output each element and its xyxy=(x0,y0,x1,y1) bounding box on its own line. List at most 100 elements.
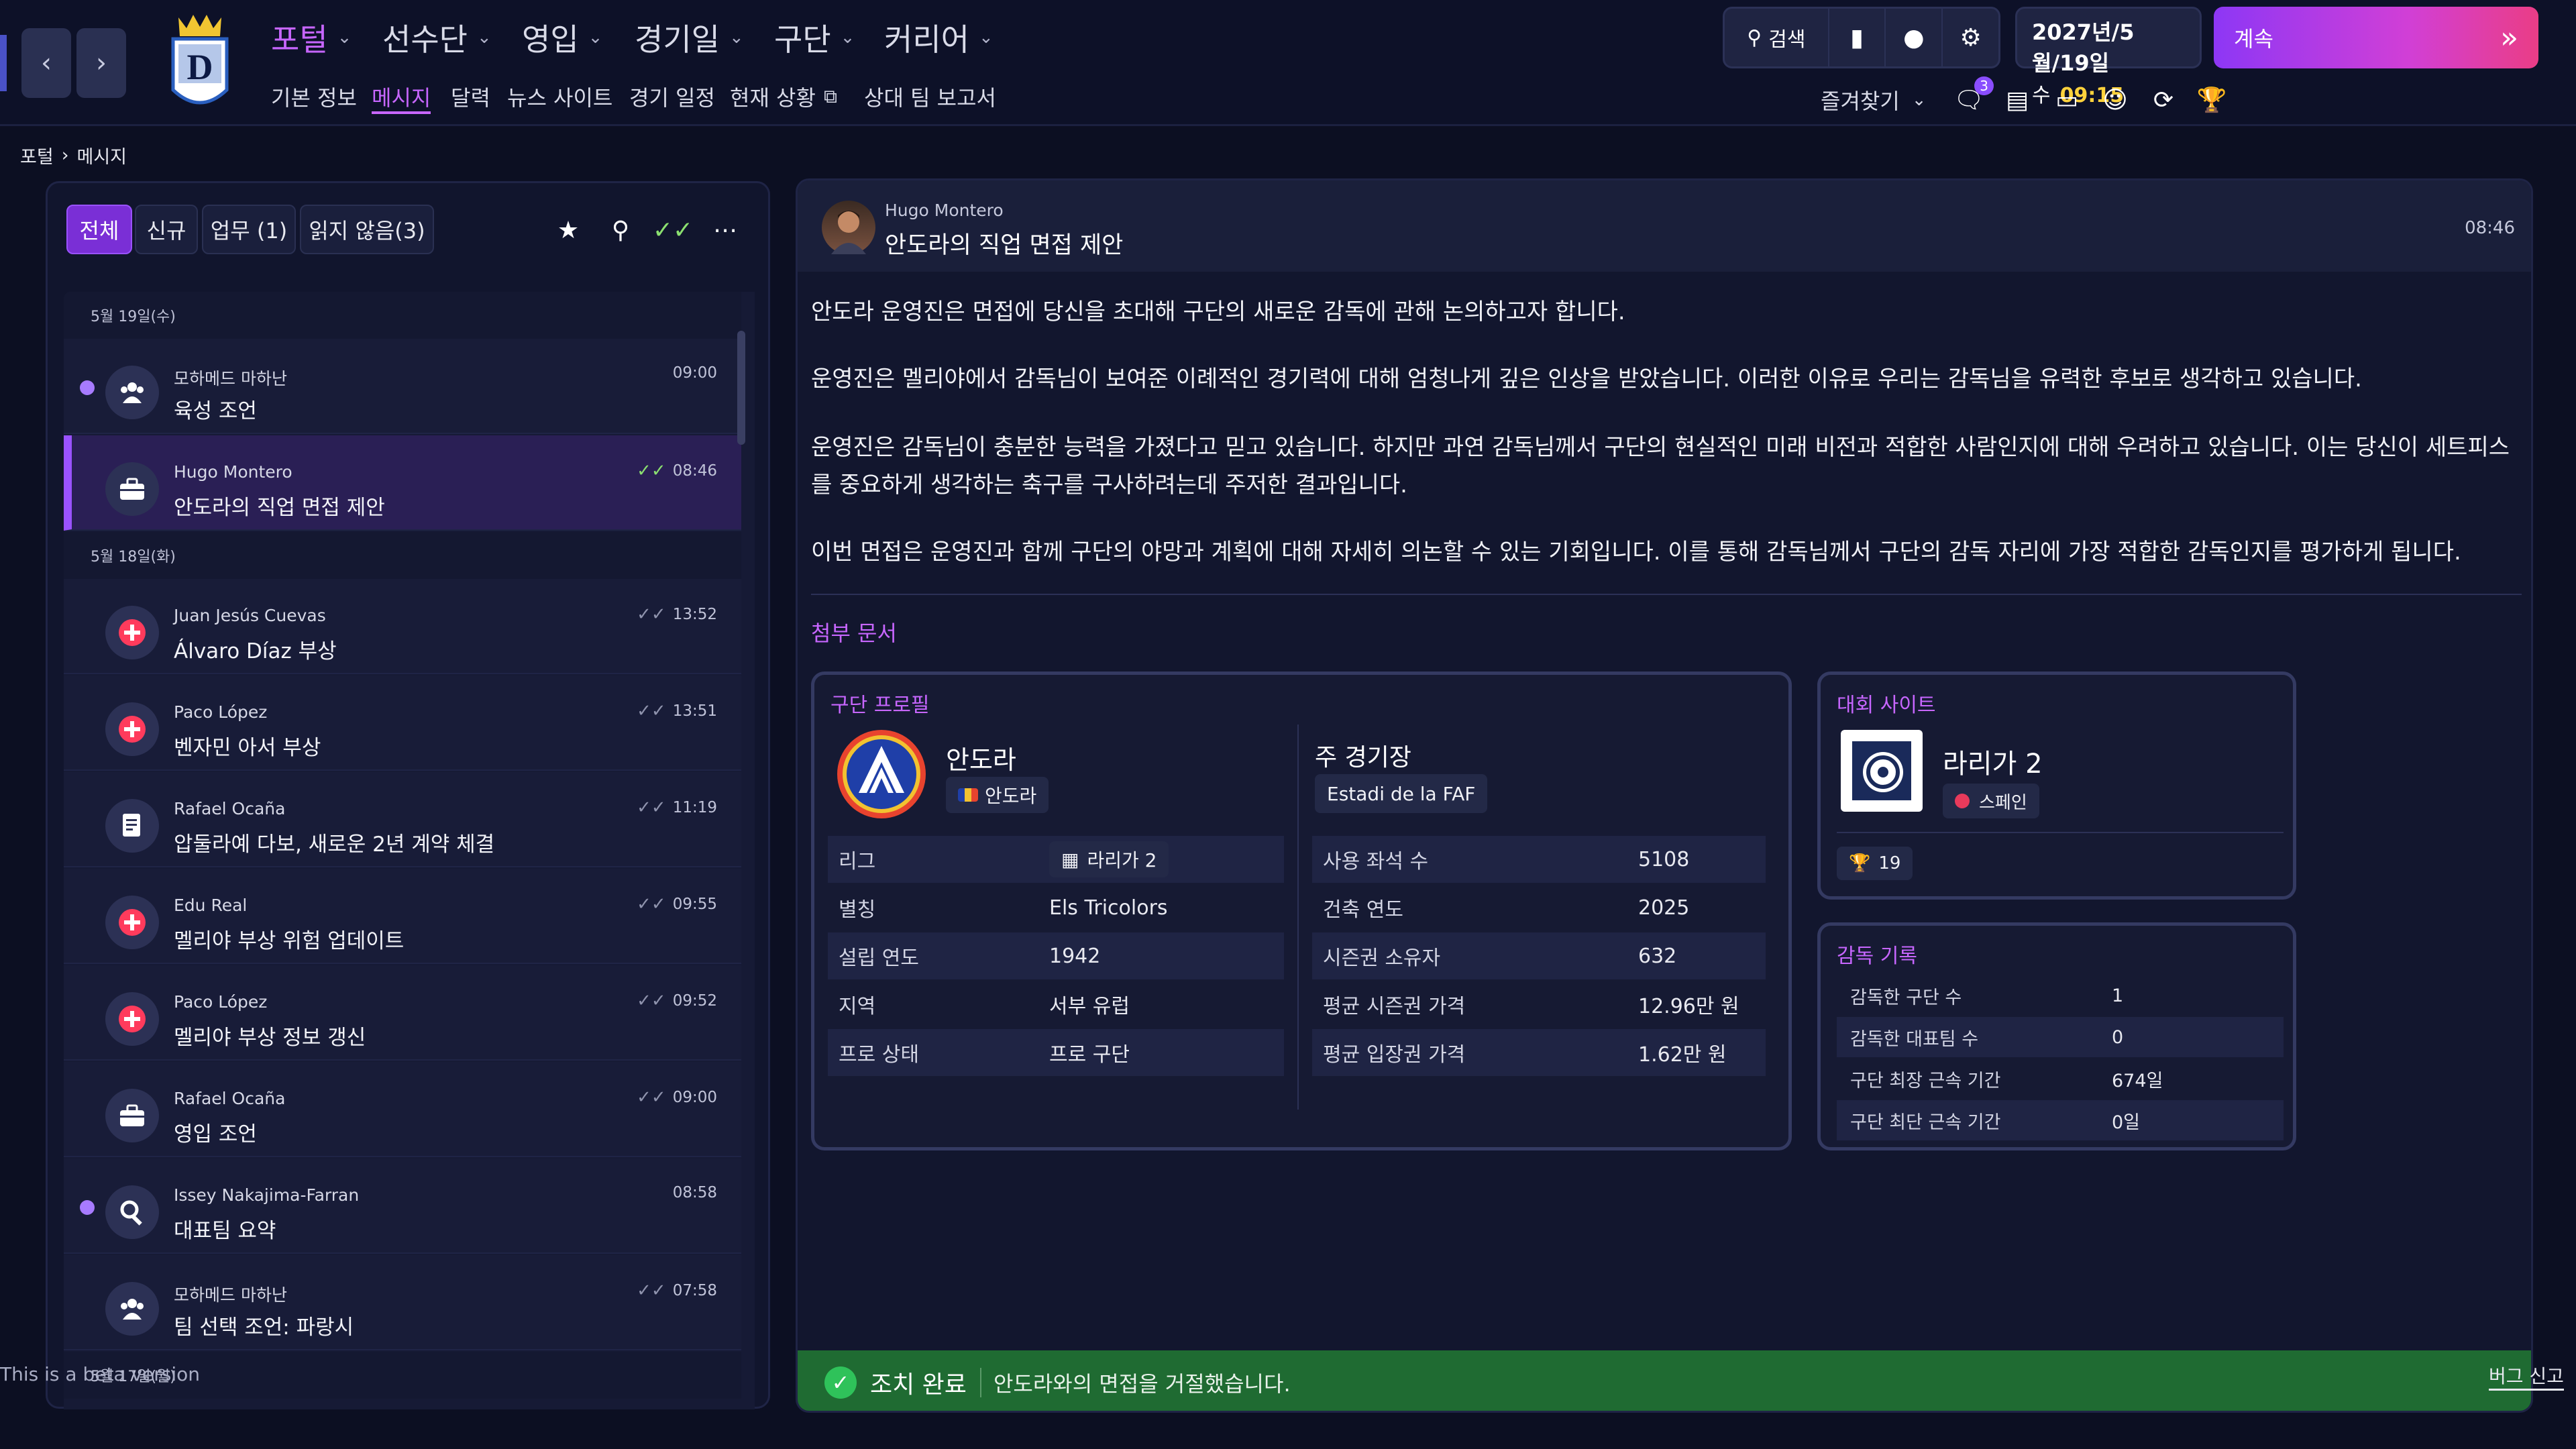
message-item[interactable]: 모하메드 마하난 팀 선택 조언: 파랑시 ✓✓ 07:58 xyxy=(64,1255,741,1350)
message-subject: 영입 조언 xyxy=(174,1122,257,1146)
attachments-label: 첨부 문서 xyxy=(811,621,897,646)
trophy-button[interactable]: 🏆 xyxy=(2195,83,2229,117)
action-text: 안도라와의 면접을 거절했습니다. xyxy=(993,1371,1291,1397)
breadcrumb: 포털 › 메시지 xyxy=(20,142,127,168)
message-header: Hugo Montero 안도라의 직업 면접 제안 08:46 xyxy=(798,180,2531,272)
mark-all-read-button[interactable]: ✓✓ xyxy=(653,210,693,250)
star-button[interactable]: ★ xyxy=(548,210,588,250)
globe-button[interactable]: ● xyxy=(1886,9,1943,66)
staff-button[interactable]: ☺ xyxy=(2098,83,2132,117)
nav-career[interactable]: 커리어 ⌄ xyxy=(884,17,994,58)
kv-key: 평균 입장권 가격 xyxy=(1323,1043,1466,1067)
kv-key: 별칭 xyxy=(839,898,876,922)
message-subject: 벤자민 아서 부상 xyxy=(174,736,321,760)
subnav-inbox[interactable]: 메시지 xyxy=(372,82,431,114)
refresh-icon: ⟳ xyxy=(2153,86,2174,114)
subnav-overview[interactable]: 기본 정보 xyxy=(271,82,357,111)
club-info-table: 리그 ▦ 라리가 2 별칭 Els Tricolors 설립 연도 1942 지역 서… xyxy=(828,836,1284,1077)
inbox-panel: 전체 신규 업무 (1) 읽지 않음(3) ★ ⚲ ✓✓ ⋯ 5월 19일(수)… xyxy=(46,181,770,1409)
search-inbox-button[interactable]: ⚲ xyxy=(600,210,641,250)
scout-icon xyxy=(105,1185,159,1239)
injury-icon xyxy=(105,992,159,1046)
message-time: ✓✓ 09:52 xyxy=(637,991,717,1011)
nav-matchday[interactable]: 경기일 ⌄ xyxy=(635,17,744,58)
filter-unread[interactable]: 읽지 않음(3) xyxy=(300,205,434,254)
kv-key: 지역 xyxy=(839,995,876,1018)
search-label: 검색 xyxy=(1768,28,1806,52)
breadcrumb-root[interactable]: 포털 xyxy=(20,142,54,168)
message-item[interactable]: Edu Real 멜리야 부상 위험 업데이트 ✓✓ 09:55 xyxy=(64,869,741,964)
league-logo-icon: ▦ xyxy=(1061,848,1079,871)
filter-new[interactable]: 신규 xyxy=(135,205,198,254)
subnav-current-status[interactable]: 현재 상황 ⧉ xyxy=(730,82,837,111)
message-item[interactable]: 모하메드 마하난 육성 조언 09:00 xyxy=(64,339,741,434)
subnav-calendar[interactable]: 달력 xyxy=(451,82,490,111)
settings-button[interactable]: ⚙ xyxy=(1943,9,1998,66)
manager-record-card[interactable]: 감독 기록 감독한 구단 수 1 감독한 대표팀 수 0 구단 최장 근속 기간 67… xyxy=(1817,922,2296,1150)
scrollbar[interactable] xyxy=(737,331,745,445)
toolbar-icons: ⚲ 검색 ▮ ● ⚙ xyxy=(1723,7,2000,68)
forward-button[interactable]: › xyxy=(76,28,126,98)
read-check-icon: ✓✓ xyxy=(637,894,666,914)
chat-button[interactable]: 🗨 3 xyxy=(1952,76,1994,117)
message-sender: Paco López xyxy=(174,702,268,722)
filter-tasks[interactable]: 업무 (1) xyxy=(202,205,296,254)
favorites-dropdown[interactable]: 즐겨찾기 ⌄ xyxy=(1821,85,1927,115)
trophy-count-text: 19 xyxy=(1878,853,1901,873)
nav-club[interactable]: 구단 ⌄ xyxy=(774,17,855,58)
club-logo[interactable] xyxy=(835,727,928,821)
trophy-icon: 🏆 xyxy=(2196,87,2227,114)
message-item[interactable]: Paco López 멜리야 부상 정보 갱신 ✓✓ 09:52 xyxy=(64,965,741,1061)
back-button[interactable]: ‹ xyxy=(21,28,71,98)
competition-country[interactable]: 스페인 xyxy=(1943,784,2039,818)
avatar[interactable] xyxy=(822,201,875,254)
search-button[interactable]: ⚲ 검색 xyxy=(1725,9,1829,66)
favorites-label: 즐겨찾기 xyxy=(1821,89,1900,114)
club-country[interactable]: 안도라 xyxy=(946,777,1049,813)
subnav-opposition-report[interactable]: 상대 팀 보고서 xyxy=(864,82,996,111)
bookmark-button[interactable]: ▮ xyxy=(1829,9,1886,66)
trophy-count: 🏆 19 xyxy=(1837,847,1913,880)
message-item[interactable]: Rafael Ocaña 영입 조언 ✓✓ 09:00 xyxy=(64,1062,741,1157)
kv-value: 632 xyxy=(1638,944,1677,968)
top-bar: ‹ › D 포털 ⌄ 선수단 ⌄ 영입 ⌄ 경기일 ⌄ 구단 ⌄ 커리어 ⌄ 기본 정보 메… xyxy=(0,0,2576,126)
club-name[interactable]: 안도라 xyxy=(946,739,1016,776)
refresh-button[interactable]: ⟳ xyxy=(2147,83,2180,117)
league-pill[interactable]: ▦ 라리가 2 xyxy=(1049,841,1169,877)
message-sender: Hugo Montero xyxy=(174,462,292,482)
competition-name[interactable]: 라리가 2 xyxy=(1943,742,2043,781)
time-text: 13:51 xyxy=(672,702,717,720)
read-check-icon: ✓✓ xyxy=(637,701,666,721)
message-item[interactable]: Juan Jesús Cuevas Álvaro Díaz 부상 ✓✓ 13:52 xyxy=(64,579,741,674)
message-item-selected[interactable]: Hugo Montero 안도라의 직업 면접 제안 ✓✓ 08:46 xyxy=(64,435,741,531)
nav-transfers[interactable]: 영입 ⌄ xyxy=(522,17,602,58)
stadium-label: 주 경기장 xyxy=(1315,744,1411,771)
kv-value: 0 xyxy=(2112,1026,2124,1048)
game-date[interactable]: 2027년/5월/19일 수 09:15 xyxy=(2015,7,2202,107)
filter-all[interactable]: 전체 xyxy=(66,205,132,254)
competition-card[interactable]: 대회 사이트 라리가 2 스페인 🏆 19 xyxy=(1817,672,2296,900)
time-text: 13:52 xyxy=(672,606,717,623)
message-sender[interactable]: Hugo Montero xyxy=(885,201,1004,220)
competition-logo[interactable] xyxy=(1841,730,1923,812)
message-item[interactable]: Rafael Ocaña 압둘라예 다보, 새로운 2년 계약 체결 ✓✓ 11:… xyxy=(64,772,741,867)
continue-button[interactable]: 계속 » xyxy=(2214,7,2538,68)
nav-portal[interactable]: 포털 ⌄ xyxy=(271,17,352,58)
more-options-button[interactable]: ⋯ xyxy=(705,210,745,250)
kv-key: 구단 최장 근속 기간 xyxy=(1850,1070,2001,1091)
staff-icon xyxy=(105,366,159,419)
subnav-fixtures[interactable]: 경기 일정 xyxy=(629,82,715,111)
kit-button[interactable]: ▤ xyxy=(2000,83,2034,117)
bug-report-link[interactable]: 버그 신고 xyxy=(2489,1362,2564,1391)
stadium-name[interactable]: Estadi de la FAF xyxy=(1315,774,1488,813)
message-item[interactable]: Issey Nakajima-Farran 대표팀 요약 08:58 xyxy=(64,1159,741,1254)
kv-row: 설립 연도 1942 xyxy=(828,932,1284,981)
message-item[interactable]: Paco López 벤자민 아서 부상 ✓✓ 13:51 xyxy=(64,676,741,771)
tactics-button[interactable]: ▭ xyxy=(2050,83,2084,117)
nav-squad[interactable]: 선수단 ⌄ xyxy=(382,17,492,58)
message-paragraph: 안도라 운영진은 면접에 당신을 초대해 구단의 새로운 감독에 관해 논의하고… xyxy=(811,299,1625,325)
clipboard-icon: ▭ xyxy=(2055,86,2078,114)
club-crest[interactable]: D xyxy=(166,9,233,117)
subnav-news[interactable]: 뉴스 사이트 xyxy=(507,82,612,111)
club-profile-card[interactable]: 구단 프로필 안도라 안도라 주 경기장 Estadi de la FAF 리그… xyxy=(811,672,1792,1150)
